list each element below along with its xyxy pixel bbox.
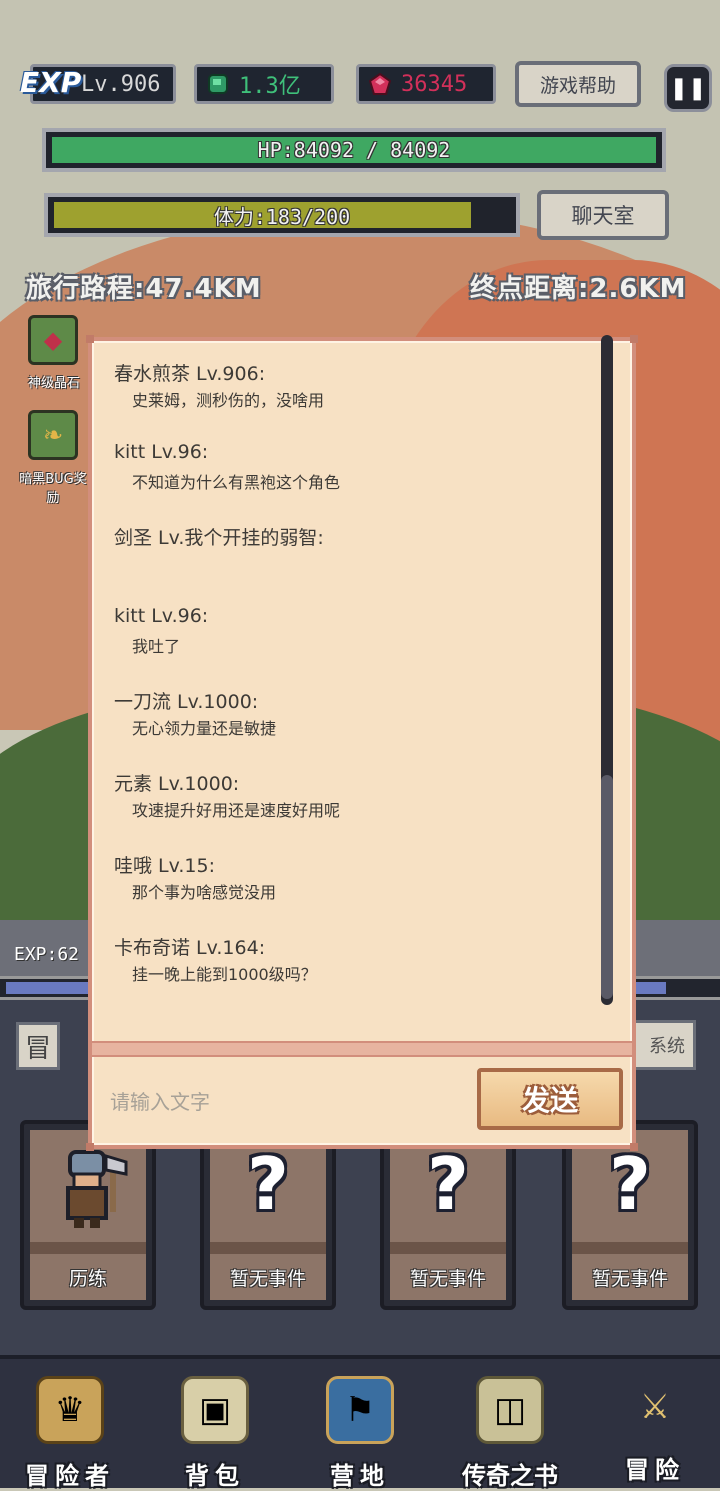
exp-progress-text: EXP:62 [14, 944, 80, 965]
tab-adventure[interactable]: 冒 [16, 1022, 60, 1070]
nav-label: 冒险 [625, 1456, 685, 1484]
message-sender: 卡布奇诺 Lv.164: [114, 937, 266, 959]
nav-backpack[interactable]: ▣ 背包 [155, 1372, 275, 1490]
red-currency-value: 36345 [401, 71, 468, 97]
hp-text: HP:84092 / 84092 [257, 138, 451, 162]
message-sender: 哇哦 Lv.15: [114, 855, 216, 877]
nav-label: 冒险者 [25, 1462, 115, 1490]
message-sender: kitt Lv.96: [114, 441, 209, 463]
nav-label: 传奇之书 [462, 1462, 558, 1490]
stamina-bar: 体力:183/200 [44, 193, 520, 237]
message-text: 我吐了 [132, 637, 181, 656]
chat-scrollbar-thumb[interactable] [601, 775, 613, 999]
item-label-bug-reward: 暗黑BUG奖励 [19, 472, 87, 506]
chat-input[interactable] [108, 1081, 472, 1123]
pause-icon: ❚❚ [669, 75, 707, 101]
book-icon: ◫ [476, 1376, 544, 1444]
camp-banner-icon: ⚑ [326, 1376, 394, 1444]
red-gem-icon [369, 73, 391, 95]
send-button[interactable]: 发送 [477, 1068, 623, 1130]
nav-label: 背包 [185, 1462, 245, 1490]
message-text: 攻速提升好用还是速度好用呢 [132, 801, 341, 820]
message-sender: 春水煎茶 Lv.906: [114, 363, 266, 385]
item-slot-crystal[interactable]: ◆ [28, 315, 78, 365]
item-slot-bug-reward[interactable]: ❧ [28, 410, 78, 460]
event-card-label: 暂无事件 [390, 1254, 506, 1300]
nav-adventurer[interactable]: ♛ 冒险者 [10, 1372, 130, 1490]
chat-message: 元素 Lv.1000: 攻速提升好用还是速度好用呢 [114, 769, 584, 825]
chat-message: kitt Lv.96: 不知道为什么有黑袍这个角色 [114, 441, 584, 497]
message-text: 史莱姆，测秒伤的，没啥用 [132, 391, 325, 410]
question-icon: ? [609, 1142, 651, 1226]
red-currency: 36345 [356, 64, 496, 104]
nav-legend-book[interactable]: ◫ 传奇之书 [450, 1372, 570, 1490]
chat-message: 卡布奇诺 Lv.164: 挂一晚上能到1000级吗？ [114, 933, 584, 989]
question-icon: ? [247, 1142, 289, 1226]
message-text [114, 551, 584, 579]
remaining-distance: 终点距离:2.6KM [470, 274, 687, 304]
travel-distance: 旅行路程:47.4KM [26, 274, 262, 304]
chat-room-button[interactable]: 聊天室 [537, 190, 669, 240]
nav-adventure[interactable]: ⚔ 冒险 [595, 1372, 715, 1484]
system-button[interactable]: 系统 [632, 1020, 696, 1070]
exp-logo: EXP [20, 66, 82, 99]
message-text: 不知道为什么有黑袍这个角色 [132, 473, 341, 492]
chat-message: 剑圣 Lv.我个开挂的弱智: [114, 523, 584, 579]
chat-message-list[interactable]: 春水煎茶 Lv.906: 史莱姆，测秒伤的，没啥用 kitt Lv.96: 不知… [114, 359, 584, 1039]
stamina-text: 体力:183/200 [213, 204, 351, 229]
horn-icon: ❧ [42, 421, 64, 449]
chat-scrollbar[interactable] [601, 335, 613, 1005]
chat-message: 春水煎茶 Lv.906: 史莱姆，测秒伤的，没啥用 [114, 359, 584, 415]
green-currency: 1.3亿 [194, 64, 334, 104]
message-sender: 剑圣 Lv.我个开挂的弱智: [114, 527, 324, 549]
pause-button[interactable]: ❚❚ [664, 64, 712, 112]
message-text: 挂一晚上能到1000级吗？ [132, 965, 317, 984]
event-card-label: 暂无事件 [210, 1254, 326, 1300]
warrior-icon [24, 1142, 152, 1236]
meat-crystal-icon: ◆ [43, 326, 63, 354]
nav-label: 营地 [330, 1462, 390, 1490]
message-text: 无心领力量还是敏捷 [132, 719, 277, 738]
backpack-icon: ▣ [181, 1376, 249, 1444]
level-text: Lv.906 [81, 71, 161, 97]
event-card-label: 暂无事件 [572, 1254, 688, 1300]
sword-icon: ⚔ [639, 1387, 671, 1427]
green-gem-icon [208, 74, 228, 94]
green-currency-value: 1.3亿 [239, 74, 301, 99]
question-icon: ? [427, 1142, 469, 1226]
message-sender: kitt Lv.96: [114, 605, 209, 627]
chat-room-dialog: 春水煎茶 Lv.906: 史莱姆，测秒伤的，没啥用 kitt Lv.96: 不知… [86, 335, 638, 1151]
message-text: 那个事为啥感觉没用 [132, 883, 277, 902]
message-sender: 元素 Lv.1000: [114, 773, 240, 795]
system-button-label: 系统 [649, 1036, 685, 1057]
dialog-divider [92, 1041, 632, 1057]
game-help-button[interactable]: 游戏帮助 [515, 61, 641, 107]
chat-message: 一刀流 Lv.1000: 无心领力量还是敏捷 [114, 687, 584, 743]
nav-camp[interactable]: ⚑ 营地 [300, 1372, 420, 1490]
item-label-crystal: 神级晶石 [27, 376, 80, 391]
chat-message: kitt Lv.96: 我吐了 [114, 605, 584, 661]
chat-message: 哇哦 Lv.15: 那个事为啥感觉没用 [114, 851, 584, 907]
hp-bar: HP:84092 / 84092 [42, 128, 666, 172]
event-card-label: 历练 [30, 1254, 146, 1300]
message-sender: 一刀流 Lv.1000: [114, 691, 259, 713]
helmet-icon: ♛ [36, 1376, 104, 1444]
